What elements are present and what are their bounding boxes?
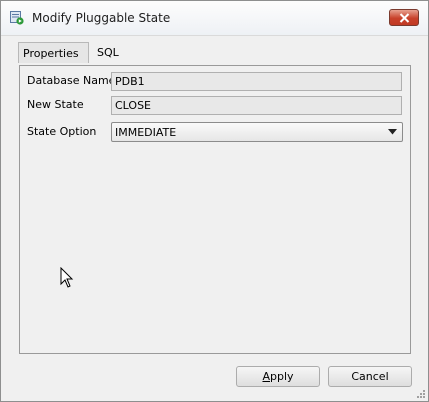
close-icon [399,13,410,23]
dialog-window: Modify Pluggable State Properties SQL Da… [0,0,429,402]
state-option-select[interactable]: IMMEDIATE [111,122,403,142]
tab-properties[interactable]: Properties [18,42,89,63]
pluggable-db-icon [10,10,24,25]
chevron-down-icon [388,129,397,135]
tab-sql[interactable]: SQL [97,46,119,59]
apply-button[interactable]: Apply [236,366,320,387]
database-name-field: PDB1 [111,72,402,91]
state-option-label: State Option [27,125,97,138]
resize-grip-icon[interactable] [416,389,426,399]
title-bar[interactable]: Modify Pluggable State [1,1,428,36]
new-state-label: New State [27,98,84,111]
state-option-value: IMMEDIATE [115,126,177,139]
apply-label: pply [270,370,294,383]
close-button[interactable] [389,9,419,26]
apply-mnemonic: A [262,370,270,383]
new-state-field: CLOSE [111,96,402,115]
mouse-cursor-icon [60,267,74,288]
database-name-label: Database Name [27,74,116,87]
cancel-button[interactable]: Cancel [328,366,412,387]
window-title: Modify Pluggable State [32,11,171,25]
